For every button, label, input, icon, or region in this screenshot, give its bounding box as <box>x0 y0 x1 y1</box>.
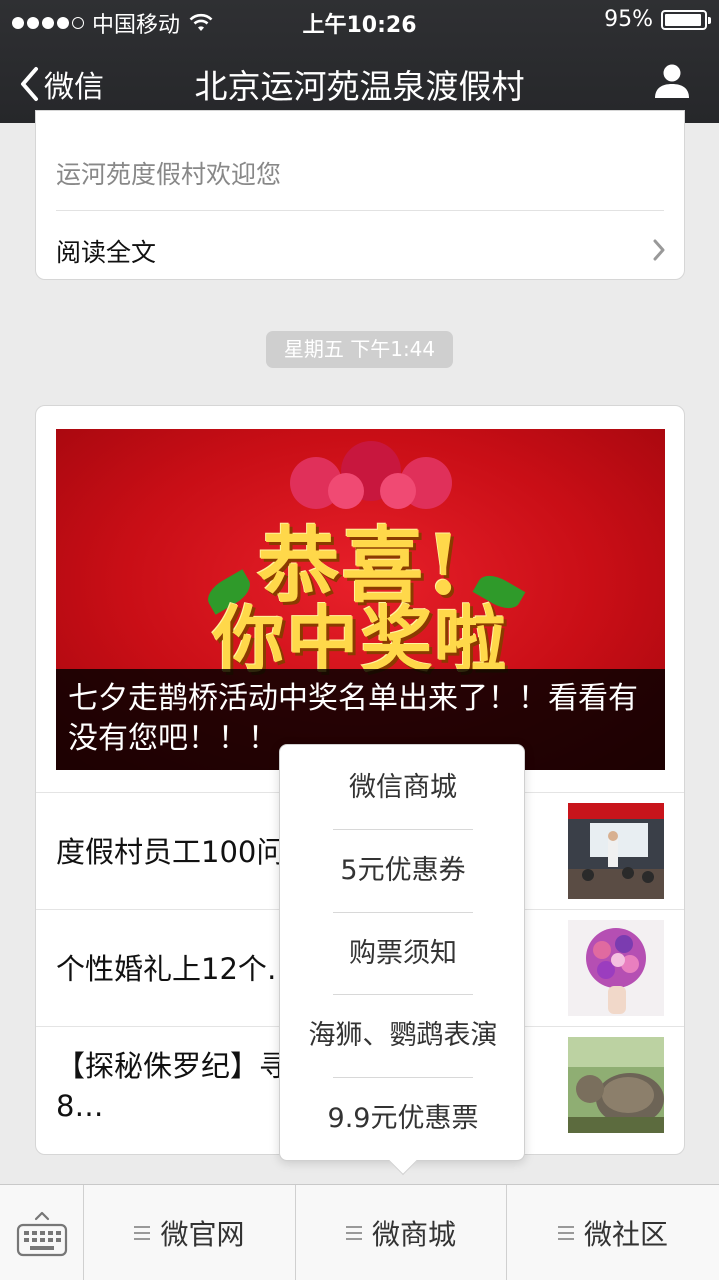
popup-item-wechat-mall[interactable]: 微信商城 <box>280 747 526 829</box>
menu-tab-mall[interactable]: 微商城 <box>296 1185 507 1280</box>
menu-tab-label: 微官网 <box>160 1218 245 1251</box>
page-title: 北京运河苑温泉渡假村 <box>194 67 525 106</box>
bottom-menu-bar: 微官网 微商城 微社区 <box>0 1184 719 1280</box>
menu-tab-label: 微商城 <box>371 1218 456 1251</box>
battery-fill <box>665 13 702 26</box>
bouquet-photo <box>568 920 664 1016</box>
top-bar: 中国移动 上午10:26 95% 微信 北京运河苑温泉渡假村 <box>0 0 719 123</box>
menu-tab-official-site[interactable]: 微官网 <box>84 1185 296 1280</box>
menu-lines-icon <box>345 1226 362 1240</box>
battery-icon <box>661 9 711 30</box>
battery-percent: 95% <box>604 7 653 32</box>
article-card-welcome: 运河苑度假村欢迎您 阅读全文 <box>35 110 685 280</box>
article-description: 运河苑度假村欢迎您 <box>56 160 282 189</box>
menu-lines-icon <box>557 1226 574 1240</box>
menu-lines-icon <box>134 1226 151 1240</box>
message-timestamp: 星期五 下午1:44 <box>266 331 453 368</box>
chevron-right-icon <box>653 239 665 261</box>
popup-item-discount-ticket[interactable]: 9.9元优惠票 <box>280 1078 526 1160</box>
status-bar: 中国移动 上午10:26 95% <box>0 0 719 40</box>
read-all-link[interactable]: 阅读全文 <box>36 211 684 281</box>
menu-popup: 微信商城 5元优惠券 购票须知 海狮、鹦鹉表演 9.9元优惠票 <box>279 744 526 1176</box>
status-right: 95% <box>604 7 711 32</box>
dinosaur-photo <box>568 1037 664 1133</box>
keyboard-icon <box>16 1211 68 1257</box>
keyboard-toggle-button[interactable] <box>0 1185 84 1280</box>
person-icon[interactable] <box>653 62 691 100</box>
popup-item-show[interactable]: 海狮、鹦鹉表演 <box>280 995 526 1077</box>
popup-item-ticket-info[interactable]: 购票须知 <box>280 913 526 995</box>
read-all-label: 阅读全文 <box>56 238 157 267</box>
popup-item-coupon[interactable]: 5元优惠券 <box>280 830 526 912</box>
menu-tab-label: 微社区 <box>583 1218 668 1251</box>
conference-photo <box>568 803 664 899</box>
menu-tab-community[interactable]: 微社区 <box>507 1185 719 1280</box>
news-banner[interactable]: 恭喜! 你中奖啦 七夕走鹊桥活动中奖名单出来了！！看看有没有您吧！！！ <box>56 429 665 770</box>
